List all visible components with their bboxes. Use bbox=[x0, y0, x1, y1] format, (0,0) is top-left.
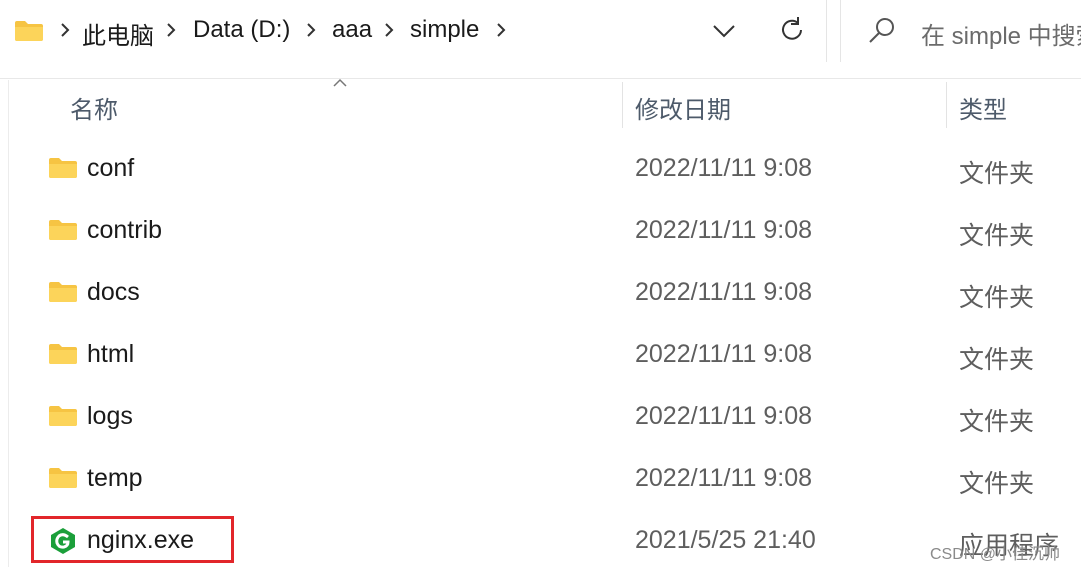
file-row[interactable]: conf 2022/11/11 9:08 文件夹 bbox=[30, 139, 1081, 201]
sort-ascending-icon bbox=[333, 78, 347, 87]
file-date-modified: 2022/11/11 9:08 bbox=[635, 154, 813, 182]
breadcrumb-data-drive[interactable]: Data (D:) bbox=[193, 16, 290, 44]
file-date-modified: 2021/5/25 21:40 bbox=[635, 526, 816, 554]
file-name[interactable]: temp bbox=[87, 464, 143, 493]
file-type: 文件夹 bbox=[959, 346, 1035, 374]
divider bbox=[0, 78, 1081, 79]
breadcrumb-separator-icon[interactable] bbox=[58, 20, 72, 40]
file-row[interactable]: html 2022/11/11 9:08 文件夹 bbox=[30, 325, 1081, 387]
file-row[interactable]: temp 2022/11/11 9:08 文件夹 bbox=[30, 449, 1081, 511]
breadcrumb-separator-icon[interactable] bbox=[382, 20, 396, 40]
file-type: 文件夹 bbox=[959, 408, 1035, 436]
column-divider[interactable] bbox=[946, 82, 947, 128]
file-type: 文件夹 bbox=[959, 470, 1035, 498]
highlight-annotation bbox=[31, 516, 234, 563]
file-name[interactable]: logs bbox=[87, 402, 133, 431]
file-type: 文件夹 bbox=[959, 284, 1035, 312]
file-row[interactable]: logs 2022/11/11 9:08 文件夹 bbox=[30, 387, 1081, 449]
folder-icon bbox=[14, 20, 44, 47]
folder-icon bbox=[48, 157, 78, 184]
folder-icon bbox=[48, 219, 78, 246]
file-date-modified: 2022/11/11 9:08 bbox=[635, 464, 813, 492]
folder-icon bbox=[48, 405, 78, 432]
refresh-icon[interactable] bbox=[776, 14, 808, 46]
column-divider[interactable] bbox=[622, 82, 623, 128]
file-name[interactable]: conf bbox=[87, 154, 134, 183]
file-row[interactable]: docs 2022/11/11 9:08 文件夹 bbox=[30, 263, 1081, 325]
chevron-down-icon[interactable] bbox=[708, 18, 740, 44]
divider bbox=[8, 80, 9, 567]
file-name[interactable]: contrib bbox=[87, 216, 162, 245]
breadcrumb-aaa[interactable]: aaa bbox=[332, 16, 372, 44]
file-date-modified: 2022/11/11 9:08 bbox=[635, 278, 813, 306]
column-header-date-modified[interactable]: 修改日期 bbox=[635, 90, 731, 125]
breadcrumb-this-pc[interactable]: 此电脑 bbox=[82, 16, 154, 51]
watermark: CSDN @小佳沉帅 bbox=[930, 546, 1061, 563]
file-date-modified: 2022/11/11 9:08 bbox=[635, 340, 813, 368]
search-input[interactable]: 在 simple 中搜索 bbox=[921, 16, 1081, 51]
breadcrumb-simple[interactable]: simple bbox=[410, 16, 479, 44]
file-name[interactable]: docs bbox=[87, 278, 140, 307]
file-date-modified: 2022/11/11 9:08 bbox=[635, 402, 813, 430]
column-header-type[interactable]: 类型 bbox=[959, 90, 1007, 125]
breadcrumb-separator-icon[interactable] bbox=[494, 20, 508, 40]
search-box[interactable]: 在 simple 中搜索 bbox=[840, 0, 1081, 62]
search-icon bbox=[869, 18, 894, 43]
file-row[interactable]: contrib 2022/11/11 9:08 文件夹 bbox=[30, 201, 1081, 263]
breadcrumb-separator-icon[interactable] bbox=[164, 20, 178, 40]
file-type: 文件夹 bbox=[959, 160, 1035, 188]
folder-icon bbox=[48, 343, 78, 370]
file-name[interactable]: html bbox=[87, 340, 134, 369]
column-header-name[interactable]: 名称 bbox=[70, 90, 118, 125]
folder-icon bbox=[48, 281, 78, 308]
address-bar[interactable]: 此电脑 Data (D:) aaa simple bbox=[0, 0, 827, 62]
folder-icon bbox=[48, 467, 78, 494]
file-date-modified: 2022/11/11 9:08 bbox=[635, 216, 813, 244]
breadcrumb-separator-icon[interactable] bbox=[304, 20, 318, 40]
file-type: 文件夹 bbox=[959, 222, 1035, 250]
